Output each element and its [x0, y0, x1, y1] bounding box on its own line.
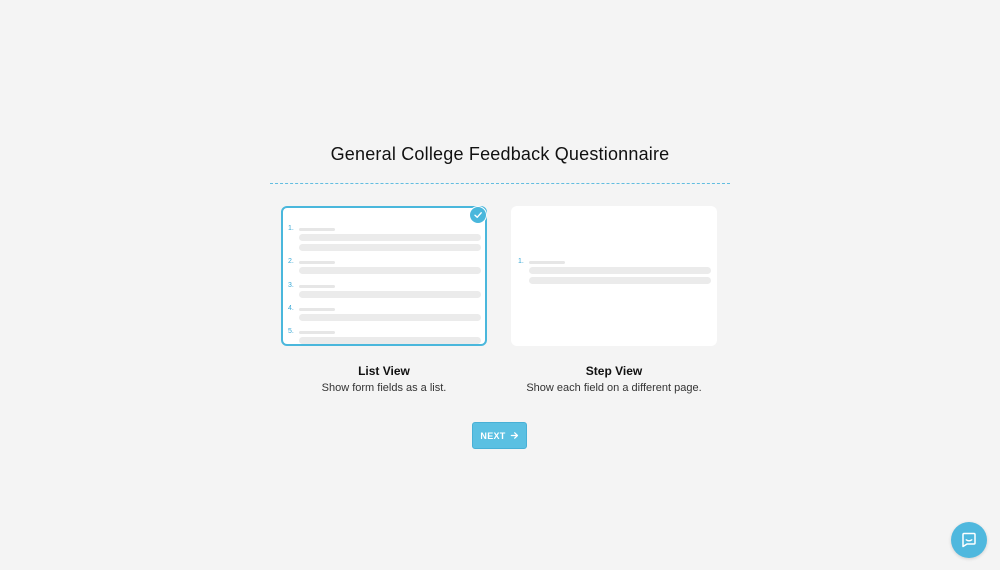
preview-label-bar: [299, 331, 335, 334]
next-button[interactable]: NEXT: [472, 422, 527, 449]
step-view-title: Step View: [585, 364, 643, 378]
arrow-right-icon: [510, 432, 518, 439]
selected-check-icon: [469, 206, 487, 224]
preview-field-bar: [529, 267, 711, 274]
step-view-option-card[interactable]: 1.: [511, 206, 717, 346]
list-view-option-card[interactable]: 1. 2. 3. 4. 5.: [281, 206, 487, 346]
preview-label-bar: [529, 261, 565, 264]
preview-field-bar: [299, 234, 481, 241]
list-preview-number: 1.: [288, 225, 294, 232]
list-view-title: List View: [358, 364, 410, 378]
preview-label-bar: [299, 308, 335, 311]
preview-field-bar: [299, 244, 481, 251]
preview-field-bar: [299, 267, 481, 274]
list-view-description: Show form fields as a list.: [321, 382, 447, 394]
preview-label-bar: [299, 228, 335, 231]
list-preview-number: 3.: [288, 282, 294, 289]
list-preview-number: 2.: [288, 258, 294, 265]
list-preview-number: 5.: [288, 328, 294, 335]
preview-field-bar: [529, 277, 711, 284]
chat-widget-button[interactable]: [951, 522, 987, 558]
page-title: General College Feedback Questionnaire: [330, 144, 670, 164]
chat-bubble-icon: [962, 532, 976, 548]
next-button-label: NEXT: [480, 430, 506, 441]
title-divider: [270, 183, 730, 184]
preview-label-bar: [299, 285, 335, 288]
preview-field-bar: [299, 337, 481, 344]
preview-field-bar: [299, 314, 481, 321]
step-preview-number: 1.: [518, 258, 524, 265]
preview-label-bar: [299, 261, 335, 264]
preview-field-bar: [299, 291, 481, 298]
step-view-description: Show each field on a different page.: [526, 382, 702, 394]
list-preview-number: 4.: [288, 305, 294, 312]
